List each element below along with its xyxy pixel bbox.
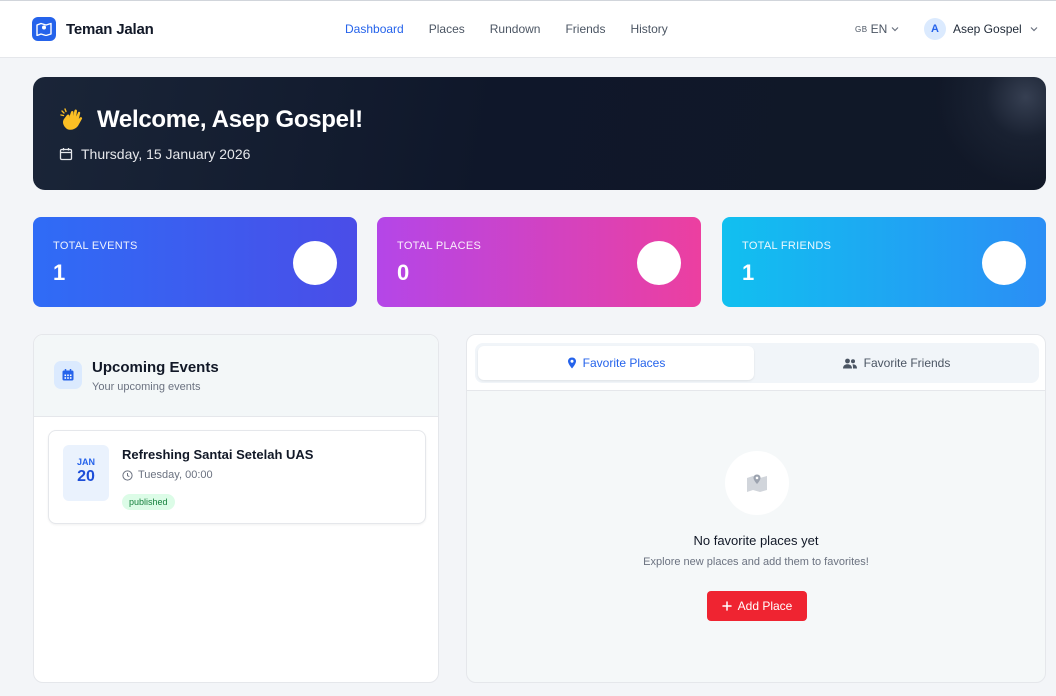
- upcoming-events-panel: Upcoming Events Your upcoming events JAN…: [33, 334, 439, 683]
- nav-places[interactable]: Places: [429, 22, 465, 36]
- tab-label: Favorite Friends: [863, 356, 951, 370]
- welcome-title: Welcome, Asep Gospel!: [97, 106, 363, 133]
- stat-card-total-places: TOTAL PLACES 0: [377, 217, 701, 307]
- event-month: JAN: [76, 457, 95, 467]
- calendar-icon: [54, 361, 82, 389]
- current-date: Thursday, 15 January 2026: [81, 146, 251, 162]
- tab-bar: Favorite Places Favorite Friends: [475, 343, 1039, 383]
- brand[interactable]: Teman Jalan: [32, 17, 154, 41]
- flag-icon: GB: [855, 24, 868, 34]
- event-time-text: Tuesday, 00:00: [138, 469, 213, 481]
- chevron-down-icon: [891, 27, 899, 32]
- nav-history[interactable]: History: [630, 22, 667, 36]
- status-badge: published: [122, 494, 175, 510]
- nav-dashboard[interactable]: Dashboard: [345, 22, 404, 36]
- upcoming-events-header: Upcoming Events Your upcoming events: [34, 335, 438, 417]
- stat-label: TOTAL PLACES: [397, 240, 482, 252]
- user-menu[interactable]: A Asep Gospel: [924, 18, 1039, 40]
- empty-state-map-icon: [725, 451, 789, 515]
- add-place-button[interactable]: Add Place: [707, 591, 807, 621]
- avatar: A: [924, 18, 946, 40]
- tab-label: Favorite Places: [582, 356, 666, 370]
- nav-rundown[interactable]: Rundown: [490, 22, 541, 36]
- add-place-label: Add Place: [737, 599, 793, 613]
- clock-icon: [122, 469, 133, 481]
- stat-icon-circle: [637, 241, 681, 285]
- stat-value: 1: [742, 260, 755, 285]
- favorites-panel: Favorite Places Favorite Friends No favo…: [466, 334, 1046, 683]
- nav-friends[interactable]: Friends: [565, 22, 605, 36]
- panel-subtitle: Your upcoming events: [92, 381, 201, 393]
- chevron-down-icon: [1030, 27, 1038, 32]
- welcome-date: Thursday, 15 January 2026: [59, 146, 250, 162]
- stat-card-total-friends: TOTAL FRIENDS 1: [722, 217, 1046, 307]
- language-code: EN: [870, 22, 888, 36]
- top-navbar: Teman Jalan Dashboard Places Rundown Fri…: [0, 0, 1056, 58]
- event-title: Refreshing Santai Setelah UAS: [122, 447, 314, 462]
- app-name: Teman Jalan: [66, 20, 154, 38]
- stat-label: TOTAL FRIENDS: [742, 240, 832, 252]
- waving-hand-icon: [60, 108, 83, 130]
- welcome-banner: Welcome, Asep Gospel! Thursday, 15 Janua…: [33, 77, 1046, 190]
- stat-card-total-events: TOTAL EVENTS 1: [33, 217, 357, 307]
- tab-favorite-friends[interactable]: Favorite Friends: [757, 346, 1035, 380]
- main-nav: Dashboard Places Rundown Friends History: [345, 22, 693, 36]
- calendar-icon: [59, 148, 73, 161]
- empty-state-title: No favorite places yet: [693, 533, 819, 548]
- event-card[interactable]: JAN 20 Refreshing Santai Setelah UAS Tue…: [48, 430, 426, 524]
- plus-icon: [721, 601, 732, 611]
- map-marker-icon: [567, 357, 576, 369]
- empty-state-subtitle: Explore new places and add them to favor…: [643, 556, 869, 568]
- language-selector[interactable]: GB EN: [855, 22, 900, 36]
- stat-icon-circle: [293, 241, 337, 285]
- navbar-top-border: [0, 0, 1056, 1]
- panel-title: Upcoming Events: [92, 359, 219, 376]
- welcome-heading: Welcome, Asep Gospel!: [59, 106, 363, 134]
- tab-favorite-places[interactable]: Favorite Places: [478, 346, 754, 380]
- stat-icon-circle: [982, 241, 1026, 285]
- stat-value: 1: [53, 260, 66, 285]
- event-time: Tuesday, 00:00: [122, 469, 213, 481]
- stat-value: 0: [397, 260, 410, 285]
- users-icon: [842, 358, 857, 368]
- favorites-tabs: Favorite Places Favorite Friends: [467, 335, 1045, 391]
- event-date-badge: JAN 20: [63, 445, 109, 501]
- user-name: Asep Gospel: [953, 22, 1022, 36]
- event-day: 20: [77, 468, 95, 485]
- stat-label: TOTAL EVENTS: [53, 240, 138, 252]
- map-pin-icon: [32, 17, 56, 41]
